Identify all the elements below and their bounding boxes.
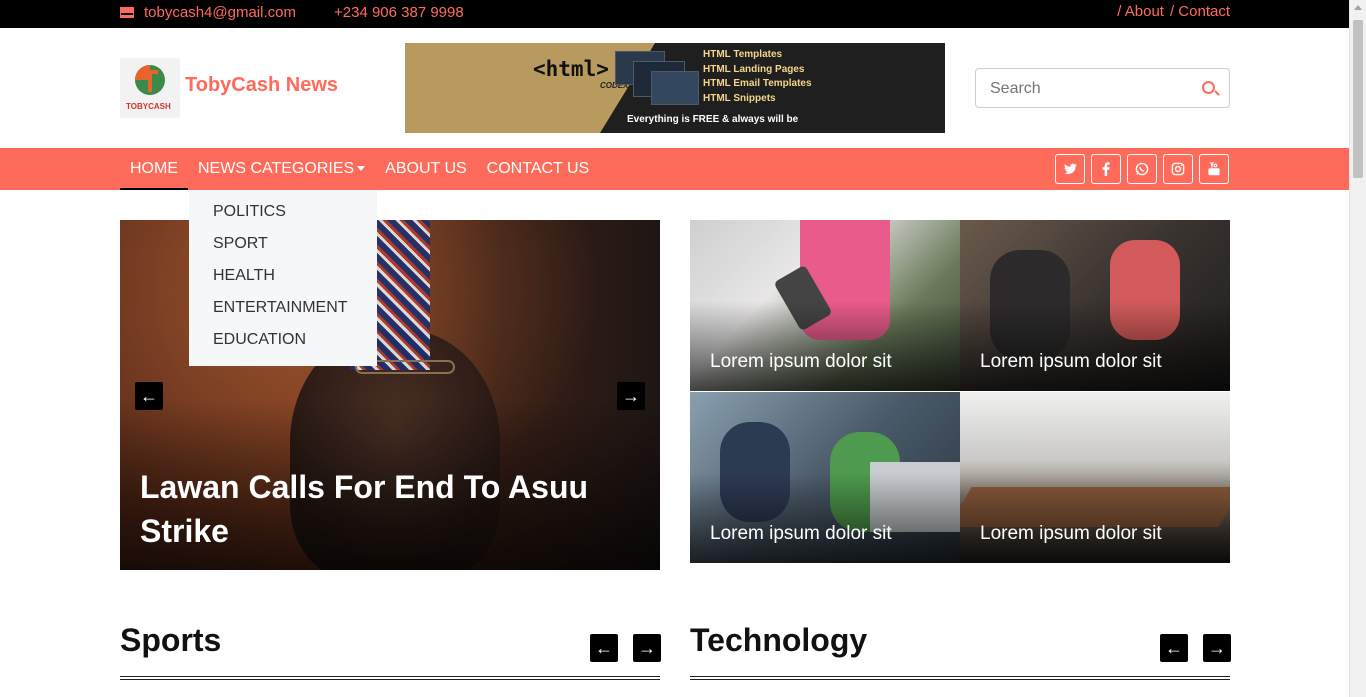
banner-list: HTML Templates HTML Landing Pages HTML E… xyxy=(703,49,812,104)
page: tobycash4@gmail.com +234 906 387 9998 / … xyxy=(0,0,1366,697)
main-nav: HOME NEWS CATEGORIES ABOUT US CONTACT US xyxy=(0,148,1366,190)
page-scrollbar[interactable] xyxy=(1349,0,1366,697)
nav-news-categories[interactable]: NEWS CATEGORIES xyxy=(188,148,375,190)
sports-divider xyxy=(120,676,660,680)
technology-next-button[interactable]: → xyxy=(1203,634,1231,662)
tile-caption: Lorem ipsum dolor sit xyxy=(710,351,892,372)
search-box[interactable] xyxy=(975,68,1230,108)
facebook-icon[interactable] xyxy=(1091,154,1121,184)
social-links xyxy=(1055,154,1229,184)
instagram-icon[interactable] xyxy=(1163,154,1193,184)
search-input[interactable] xyxy=(990,79,1190,99)
youtube-icon[interactable] xyxy=(1199,154,1229,184)
tile-caption: Lorem ipsum dolor sit xyxy=(710,523,892,544)
news-tile[interactable]: Lorem ipsum dolor sit xyxy=(690,220,960,391)
dropdown-item-health[interactable]: HEALTH xyxy=(189,265,377,297)
caret-down-icon xyxy=(357,166,366,172)
about-link[interactable]: / About xyxy=(1117,3,1164,20)
nav-contact-us[interactable]: CONTACT US xyxy=(477,148,600,190)
tile-caption: Lorem ipsum dolor sit xyxy=(980,523,1162,544)
news-tile[interactable]: Lorem ipsum dolor sit xyxy=(960,392,1230,563)
top-bar: tobycash4@gmail.com +234 906 387 9998 / … xyxy=(0,0,1366,28)
scroll-up-icon[interactable] xyxy=(1354,5,1362,10)
nav-menu: HOME NEWS CATEGORIES ABOUT US CONTACT US xyxy=(120,148,599,190)
dropdown-item-education[interactable]: EDUCATION xyxy=(189,329,377,361)
sports-prev-button[interactable]: ← xyxy=(590,634,618,662)
hero-next-button[interactable]: → xyxy=(617,382,645,410)
site-header: TOBYCASH TobyCash News <html> CODEX HTML… xyxy=(0,28,1366,148)
logo-text: TOBYCASH xyxy=(126,102,171,111)
banner-screenshots xyxy=(615,47,699,107)
banner-tagline: Everything is FREE & always will be xyxy=(627,114,799,125)
technology-heading: Technology xyxy=(690,622,868,658)
top-links: / About / Contact xyxy=(1117,3,1230,20)
dropdown-item-politics[interactable]: POLITICS xyxy=(189,201,377,233)
whatsapp-icon[interactable] xyxy=(1127,154,1157,184)
dropdown-item-sport[interactable]: SPORT xyxy=(189,233,377,265)
twitter-icon[interactable] xyxy=(1055,154,1085,184)
technology-divider xyxy=(690,676,1230,680)
news-tile[interactable]: Lorem ipsum dolor sit xyxy=(960,220,1230,391)
hero-prev-button[interactable]: ← xyxy=(135,382,163,410)
ad-banner[interactable]: <html> CODEX HTML Templates HTML Landing… xyxy=(405,43,945,133)
news-categories-dropdown: POLITICS SPORT HEALTH ENTERTAINMENT EDUC… xyxy=(189,190,377,366)
email-text: tobycash4@gmail.com xyxy=(144,4,296,21)
contact-email[interactable]: tobycash4@gmail.com xyxy=(120,4,296,21)
sports-heading: Sports xyxy=(120,622,222,658)
technology-prev-button[interactable]: ← xyxy=(1160,634,1188,662)
search-icon[interactable] xyxy=(1202,81,1215,94)
nav-home[interactable]: HOME xyxy=(120,148,188,190)
brand-name[interactable]: TobyCash News xyxy=(185,74,338,97)
nav-about-us[interactable]: ABOUT US xyxy=(375,148,477,190)
envelope-icon xyxy=(120,7,134,18)
contact-phone: +234 906 387 9998 xyxy=(334,4,464,21)
site-logo[interactable]: TOBYCASH xyxy=(120,58,180,118)
hero-title[interactable]: Lawan Calls For End To Asuu Strike xyxy=(140,465,620,553)
news-tile[interactable]: Lorem ipsum dolor sit xyxy=(690,392,960,563)
dropdown-item-entertainment[interactable]: ENTERTAINMENT xyxy=(189,297,377,329)
banner-html-tag: <html> xyxy=(533,57,609,81)
tile-caption: Lorem ipsum dolor sit xyxy=(980,351,1162,372)
sports-next-button[interactable]: → xyxy=(633,634,661,662)
contact-link[interactable]: / Contact xyxy=(1170,3,1230,20)
scrollbar-thumb[interactable] xyxy=(1353,20,1363,178)
